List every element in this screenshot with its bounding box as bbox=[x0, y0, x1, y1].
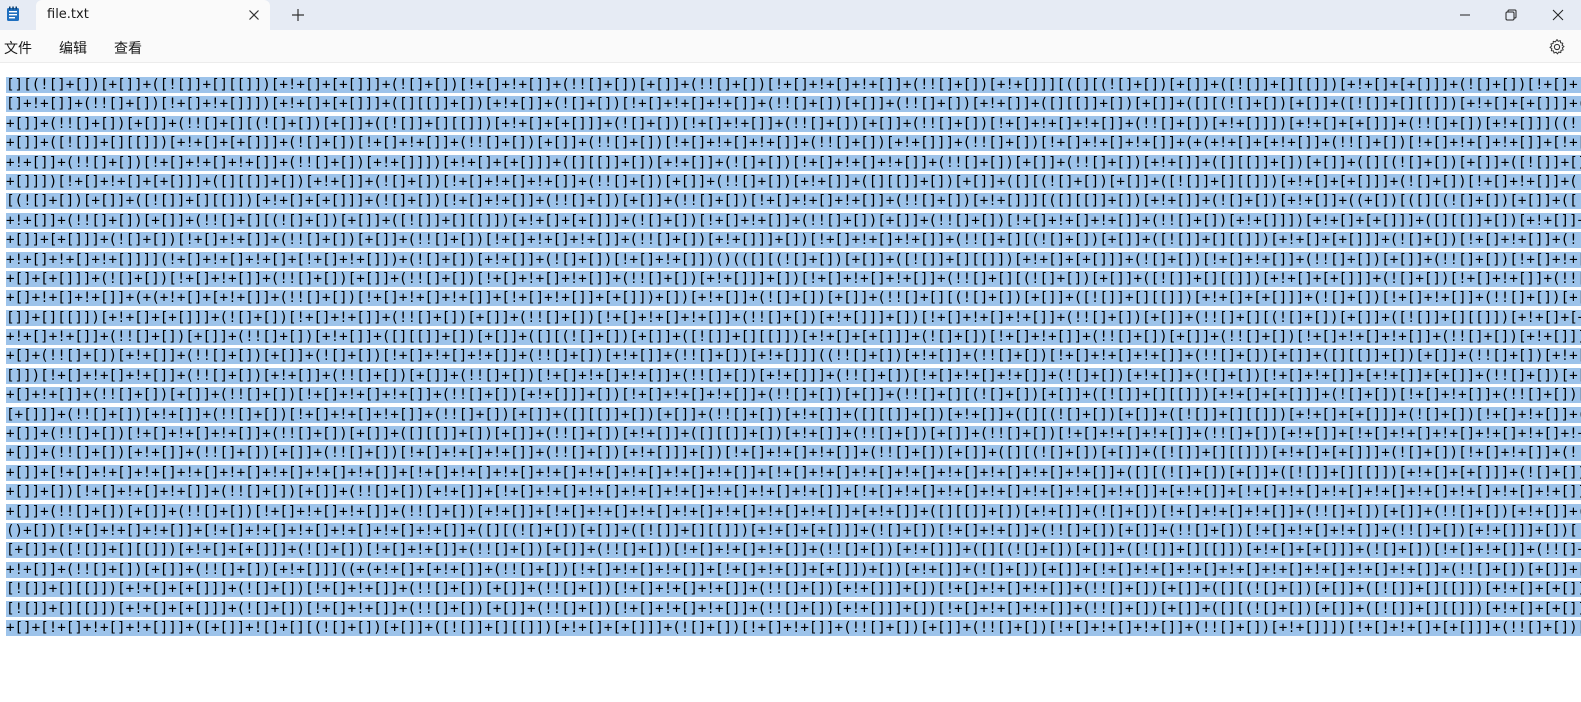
selected-text: +[]+[!+[]+!+[]+!+[]]]+([+[]]+![]+[][(![]… bbox=[6, 619, 1581, 636]
restore-icon bbox=[1505, 9, 1517, 21]
editor-line: +[]]])[!+[]+!+[]+[+[]]]+([][[]]+[])[+!+[… bbox=[6, 173, 1581, 192]
selected-text: [![]]+[][[]])[+!+[]+[+[]]]+(![]+[])[!+[]… bbox=[6, 581, 1581, 598]
editor-line: [+[]]+([![]]+[][[]])[+!+[]+[+[]]]+(![]+[… bbox=[6, 541, 1581, 560]
selected-text: +[]+!+[]]+(!![]+[])[+[]]+(!![]+[])[!+[]+… bbox=[6, 387, 1581, 404]
editor-line: +[]+!+[]+!+[]]+(+(+!+[]+[+!+[]]+(!![]+[]… bbox=[6, 289, 1581, 308]
gear-icon[interactable] bbox=[1548, 38, 1566, 56]
editor-line: []+!+[]]+(!![]+[])[!+[]+!+[]]])[+!+[]+[+… bbox=[6, 95, 1581, 114]
editor-line: +[]]+(!![]+[])[!+[]+!+[]+!+[]]+(!![]+[])… bbox=[6, 425, 1581, 444]
close-button[interactable] bbox=[1535, 0, 1581, 30]
notepad-window: file.txt 文件 编辑 查看 [][(![]+[])[+[]]+([![]… bbox=[0, 0, 1581, 702]
editor-line: [+[]]]+(!![]+[])[+!+[]]+(!![]+[])[!+[]+!… bbox=[6, 406, 1581, 425]
editor-line: [][(![]+[])[+[]]+([![]]+[][[]])[+!+[]+[+… bbox=[6, 76, 1581, 95]
tab-file[interactable]: file.txt bbox=[36, 0, 270, 30]
editor-line: [![]]+[][[]])[+!+[]+[+[]]]+(![]+[])[!+[]… bbox=[6, 600, 1581, 619]
editor-line: +[]]+(!![]+[])[+!+[]]+(!![]+[])[+[]]+(!!… bbox=[6, 444, 1581, 463]
close-icon bbox=[1552, 9, 1564, 21]
selected-text: [(![]+[])[+[]]+([![]]+[][[]])[+!+[]+[+[]… bbox=[6, 193, 1581, 210]
editor-line: +!+[]]+(!![]+[])[!+[]+!+[]+!+[]]+(!![]+[… bbox=[6, 154, 1581, 173]
restore-button[interactable] bbox=[1488, 0, 1534, 30]
editor-line: [![]]+[][[]])[+!+[]+[+[]]]+(![]+[])[!+[]… bbox=[6, 580, 1581, 599]
editor-line: +[]]+[])[!+[]+!+[]+!+[]]+(!![]+[])[+[]]+… bbox=[6, 483, 1581, 502]
editor-line: []]+[][[]])[+!+[]+[+[]]]+(![]+[])[!+[]+!… bbox=[6, 309, 1581, 328]
title-bar[interactable]: file.txt bbox=[0, 0, 1581, 30]
selected-text: +[]+(!![]+[])[+!+[]]+(!![]+[])[+[]]+(![]… bbox=[6, 348, 1581, 365]
editor-line: +[]+[!+[]+!+[]+!+[]]]+([+[]]+![]+[][(![]… bbox=[6, 619, 1581, 638]
minimize-icon bbox=[1460, 14, 1470, 16]
selected-text: +!+[]+!+[]+!+[]]]](!+[]+!+[]+!+[]+[!+[]+… bbox=[6, 251, 1581, 268]
editor-line: +!+[]]+(!![]+[])[+[]]+(!![]+[])[+!+[]]](… bbox=[6, 561, 1581, 580]
selected-text: []+!+[]]+(!![]+[])[!+[]+!+[]]])[+!+[]+[+… bbox=[6, 96, 1581, 113]
selected-text: [+[]]]+(!![]+[])[+!+[]]+(!![]+[])[!+[]+!… bbox=[6, 406, 1581, 423]
selected-text: +[]]+(!![]+[])[+[]]+(!![]+[][(![]+[])[+[… bbox=[6, 115, 1581, 132]
menu-bar: 文件 编辑 查看 bbox=[0, 30, 1581, 63]
selected-text: +[]]])[!+[]+!+[]+[+[]]]+([][[]]+[])[+!+[… bbox=[6, 173, 1581, 190]
selected-text: +!+[]]+(!![]+[])[+[]]+(!![]+[])[+!+[]]](… bbox=[6, 561, 1581, 578]
editor-line: +[]]+[+[]]]+(![]+[])[!+[]+!+[]]+(!![]+[]… bbox=[6, 231, 1581, 250]
editor-line: +[]+!+[]]+(!![]+[])[+[]]+(!![]+[])[!+[]+… bbox=[6, 386, 1581, 405]
editor-line: +[]]+(!![]+[])[+[]]+(!![]+[])[!+[]+!+[]+… bbox=[6, 503, 1581, 522]
tab-title: file.txt bbox=[47, 7, 89, 22]
editor-line: [(![]+[])[+[]]+([![]]+[][[]])[+!+[]+[+[]… bbox=[6, 192, 1581, 211]
close-icon[interactable] bbox=[245, 6, 263, 24]
selected-text: [][(![]+[])[+[]]+([![]]+[][[]])[+!+[]+[+… bbox=[6, 77, 1581, 93]
selected-text: +!+[]]+(!![]+[])[!+[]+!+[]+!+[]]+(!![]+[… bbox=[6, 154, 1581, 171]
selected-text: +!+[]+!+[]]+(!![]+[])[+[]]+(!![]+[])[+!+… bbox=[6, 329, 1581, 346]
menu-edit[interactable]: 编辑 bbox=[59, 38, 87, 58]
selected-text: +[]]+(!![]+[])[!+[]+!+[]+!+[]]+(!![]+[])… bbox=[6, 426, 1581, 443]
selected-text: []]+[][[]])[+!+[]+[+[]]]+(![]+[])[!+[]+!… bbox=[6, 309, 1581, 326]
selected-text: +[]]+[!+[]+!+[]+!+[]+!+[]+!+[]+!+[]+!+[]… bbox=[6, 464, 1581, 481]
editor-line: +[]]+[!+[]+!+[]+!+[]+!+[]+!+[]+!+[]+!+[]… bbox=[6, 464, 1581, 483]
editor-line: +!+[]+!+[]+!+[]]]](!+[]+!+[]+!+[]+[!+[]+… bbox=[6, 251, 1581, 270]
selected-text: +[]]+[])[!+[]+!+[]+!+[]]+(!![]+[])[+[]]+… bbox=[6, 484, 1581, 501]
selected-text: ()+[])[!+[]+!+[]+!+[]]+[!+[]+!+[]+!+[]+!… bbox=[6, 522, 1581, 539]
plus-icon[interactable] bbox=[288, 5, 308, 25]
selected-text: [+[]]+([![]]+[][[]])[+!+[]+[+[]]]+(![]+[… bbox=[6, 542, 1581, 559]
selected-text: +[]]+(!![]+[])[+!+[]]+(!![]+[])[+[]]+(!!… bbox=[6, 445, 1581, 462]
notepad-icon bbox=[6, 6, 20, 22]
menu-view[interactable]: 查看 bbox=[114, 38, 142, 58]
selected-text: []])[!+[]+!+[]+!+[]]+(!![]+[])[+!+[]]+(!… bbox=[6, 367, 1581, 384]
editor-line: +!+[]+!+[]]+(!![]+[])[+[]]+(!![]+[])[+!+… bbox=[6, 328, 1581, 347]
minimize-button[interactable] bbox=[1442, 0, 1488, 30]
selected-text: +[]]+[+[]]]+(![]+[])[!+[]+!+[]]+(!![]+[]… bbox=[6, 232, 1581, 249]
editor-content[interactable]: [][(![]+[])[+[]]+([![]]+[][[]])[+!+[]+[+… bbox=[6, 76, 1581, 638]
editor-line: []])[!+[]+!+[]+!+[]]+(!![]+[])[+!+[]]+(!… bbox=[6, 367, 1581, 386]
selected-text: +[]+!+[]+!+[]]+(+(+!+[]+[+!+[]]+(!![]+[]… bbox=[6, 290, 1581, 307]
editor-line: +[]]+([![]]+[][[]])[+!+[]+[+[]]]+(![]+[]… bbox=[6, 134, 1581, 153]
editor-line: +[]+[+[]]]+(![]+[])[!+[]+!+[]]+(!![]+[])… bbox=[6, 270, 1581, 289]
editor-line: +[]]+(!![]+[])[+[]]+(!![]+[][(![]+[])[+[… bbox=[6, 115, 1581, 134]
editor-line: ()+[])[!+[]+!+[]+!+[]]+[!+[]+!+[]+!+[]+!… bbox=[6, 522, 1581, 541]
menu-file[interactable]: 文件 bbox=[4, 38, 32, 58]
selected-text: +[]+[+[]]]+(![]+[])[!+[]+!+[]]+(!![]+[])… bbox=[6, 270, 1581, 287]
selected-text: +[]]+(!![]+[])[+[]]+(!![]+[])[!+[]+!+[]+… bbox=[6, 503, 1581, 520]
text-editor[interactable]: [][(![]+[])[+[]]+([![]]+[][[]])[+!+[]+[+… bbox=[0, 63, 1581, 702]
selected-text: +!+[]]+(!![]+[])[+[]]+(!![]+[][(![]+[])[… bbox=[6, 212, 1581, 229]
selected-text: [![]]+[][[]])[+!+[]+[+[]]]+(![]+[])[!+[]… bbox=[6, 600, 1581, 617]
editor-line: +[]+(!![]+[])[+!+[]]+(!![]+[])[+[]]+(![]… bbox=[6, 347, 1581, 366]
editor-line: +!+[]]+(!![]+[])[+[]]+(!![]+[][(![]+[])[… bbox=[6, 212, 1581, 231]
selected-text: +[]]+([![]]+[][[]])[+!+[]+[+[]]]+(![]+[]… bbox=[6, 135, 1581, 152]
